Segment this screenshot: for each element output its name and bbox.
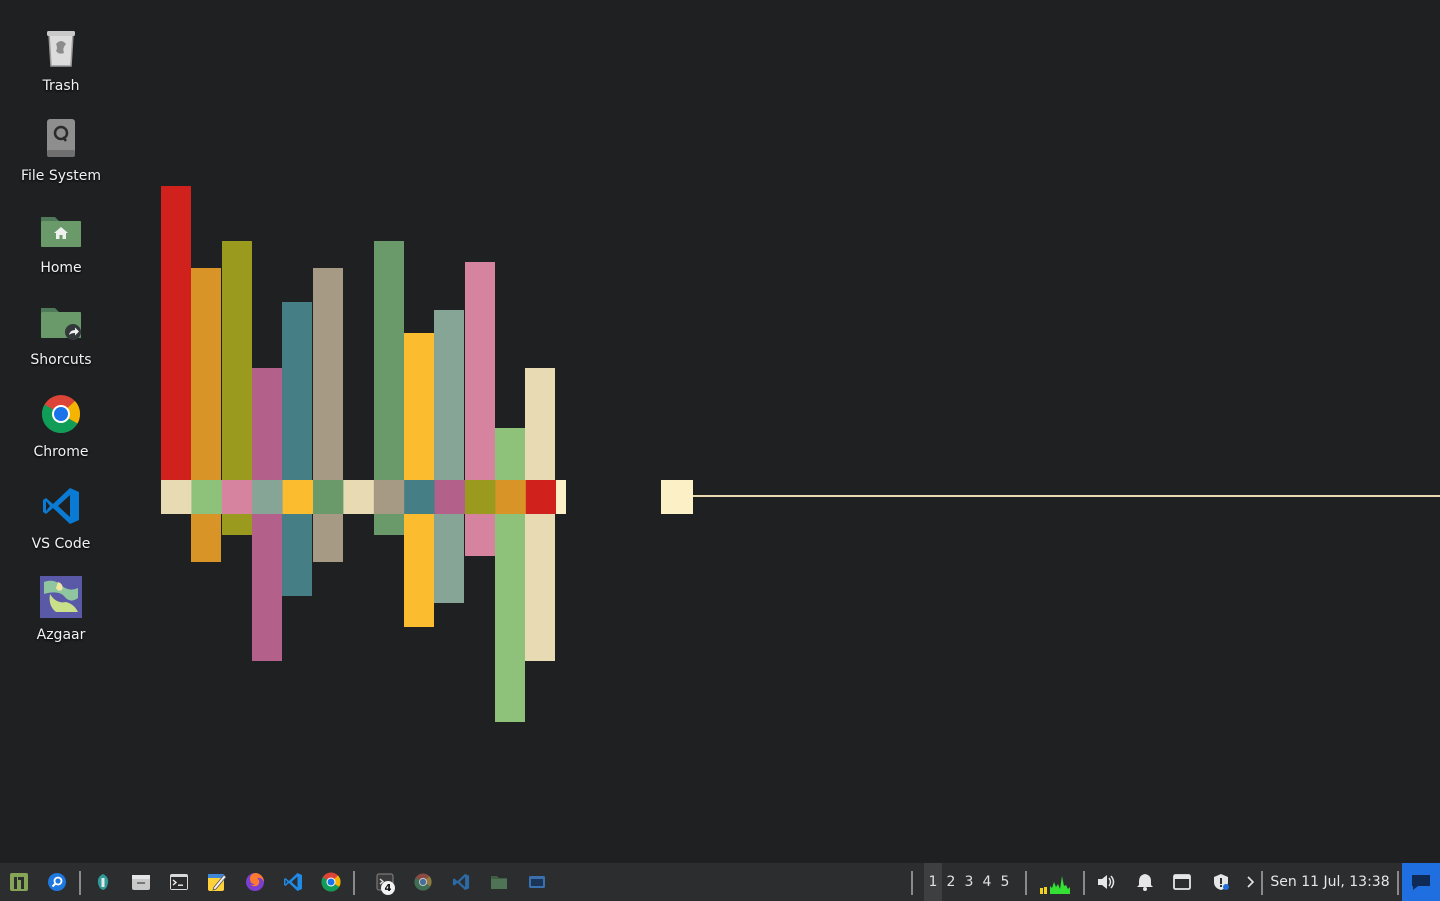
wallpaper-bar bbox=[465, 262, 495, 480]
wallpaper-bar bbox=[404, 333, 434, 480]
desktop-icon-label: Shorcuts bbox=[30, 352, 92, 368]
desktop-icon-azgaar[interactable]: Azgaar bbox=[12, 573, 110, 643]
terminal-icon[interactable] bbox=[166, 863, 192, 901]
workspace-5[interactable]: 5 bbox=[996, 863, 1014, 901]
desktop-icon-shorcuts[interactable]: Shorcuts bbox=[12, 298, 110, 368]
wallpaper-strip-cell bbox=[373, 480, 405, 514]
wallpaper-strip-cell bbox=[404, 480, 436, 514]
shortcut-folder-icon bbox=[37, 298, 85, 346]
cpu-graph-icon[interactable] bbox=[1036, 863, 1072, 901]
window-task-icon[interactable] bbox=[524, 863, 550, 901]
desktop-icon-label: Chrome bbox=[33, 444, 89, 460]
wallpaper-bar bbox=[525, 368, 555, 480]
wallpaper-strip-cell bbox=[556, 480, 566, 514]
browser-icon[interactable] bbox=[242, 863, 268, 901]
wallpaper-strip-cell bbox=[343, 480, 375, 514]
workspace-3[interactable]: 3 bbox=[960, 863, 978, 901]
desktop-icon-label: Azgaar bbox=[36, 627, 86, 643]
vscode-task-icon[interactable] bbox=[448, 863, 474, 901]
taskbar: 1 2 3 4 5 Sen 11 Jul, 13:38 bbox=[0, 862, 1440, 901]
workspace-1[interactable]: 1 bbox=[924, 863, 942, 901]
folder-task-icon[interactable] bbox=[486, 863, 512, 901]
taskbar-separator bbox=[353, 871, 355, 895]
workspace-2[interactable]: 2 bbox=[942, 863, 960, 901]
vscode-icon bbox=[37, 482, 85, 530]
wallpaper-bar bbox=[161, 186, 191, 480]
wallpaper-bar bbox=[434, 514, 464, 603]
vpn-shield-icon[interactable] bbox=[1209, 863, 1233, 901]
wallpaper-bar bbox=[313, 514, 343, 562]
chevron-right-icon[interactable] bbox=[1241, 863, 1259, 901]
wallpaper-bar bbox=[465, 514, 495, 556]
volume-icon[interactable] bbox=[1094, 863, 1118, 901]
bell-icon[interactable] bbox=[1133, 863, 1157, 901]
chrome-task-icon[interactable] bbox=[410, 863, 436, 901]
desktop-icon-label: File System bbox=[20, 168, 102, 184]
file-manager-icon[interactable] bbox=[128, 863, 154, 901]
app-menu-icon[interactable] bbox=[6, 863, 32, 901]
task-count-badge: 4 bbox=[381, 881, 395, 895]
wallpaper-bar bbox=[434, 310, 464, 480]
wallpaper-bar bbox=[191, 514, 221, 562]
wallpaper-bar bbox=[404, 514, 434, 627]
cleaner-icon[interactable] bbox=[90, 863, 116, 901]
wallpaper-strip-cell bbox=[525, 480, 557, 514]
wallpaper-strip-cell bbox=[221, 480, 253, 514]
clock[interactable]: Sen 11 Jul, 13:38 bbox=[1264, 863, 1396, 901]
taskbar-separator bbox=[1397, 871, 1399, 895]
map-image-icon bbox=[37, 573, 85, 621]
desktop-icon-label: Home bbox=[40, 260, 82, 276]
taskbar-separator bbox=[1261, 871, 1263, 895]
desktop-icon-file-system[interactable]: File System bbox=[12, 114, 110, 184]
taskbar-separator bbox=[911, 871, 913, 895]
clipboard-icon[interactable] bbox=[1170, 863, 1194, 901]
desktop: Trash File System Home Shorcuts Chrome V… bbox=[0, 0, 1440, 862]
desktop-icon-trash[interactable]: Trash bbox=[12, 24, 110, 94]
home-folder-icon bbox=[37, 206, 85, 254]
wallpaper-bar bbox=[222, 514, 252, 535]
chrome-icon[interactable] bbox=[318, 863, 344, 901]
wallpaper-bar bbox=[495, 428, 525, 480]
desktop-icon-label: Trash bbox=[42, 78, 80, 94]
wallpaper-bar bbox=[252, 368, 282, 480]
wallpaper-strip-cell bbox=[191, 480, 223, 514]
notes-icon[interactable] bbox=[204, 863, 230, 901]
taskbar-separator bbox=[79, 871, 81, 895]
desktop-icon-label: VS Code bbox=[31, 536, 91, 552]
wallpaper-bar bbox=[374, 241, 404, 480]
wallpaper-bar bbox=[525, 514, 555, 661]
desktop-icon-chrome[interactable]: Chrome bbox=[12, 390, 110, 460]
wallpaper-bar bbox=[282, 302, 312, 480]
workspace-4[interactable]: 4 bbox=[978, 863, 996, 901]
taskbar-separator bbox=[1025, 871, 1027, 895]
wallpaper-bar bbox=[282, 514, 312, 596]
wallpaper-strip-cell bbox=[161, 480, 192, 514]
wallpaper-square bbox=[661, 480, 693, 514]
drive-icon bbox=[37, 114, 85, 162]
wallpaper-strip-cell bbox=[282, 480, 314, 514]
wallpaper-strip-cell bbox=[465, 480, 496, 514]
wallpaper-bar bbox=[313, 268, 343, 480]
desktop-icon-vs-code[interactable]: VS Code bbox=[12, 482, 110, 552]
wallpaper-bar bbox=[252, 514, 282, 661]
wallpaper-bar bbox=[495, 514, 525, 722]
wallpaper-strip-cell bbox=[313, 480, 344, 514]
wallpaper-strip-cell bbox=[434, 480, 466, 514]
search-icon[interactable] bbox=[44, 863, 70, 901]
trash-icon bbox=[37, 24, 85, 72]
wallpaper-bar bbox=[222, 241, 252, 480]
taskbar-separator bbox=[1083, 871, 1085, 895]
wallpaper-bar bbox=[374, 514, 404, 535]
wallpaper-strip-cell bbox=[252, 480, 284, 514]
wallpaper-line bbox=[693, 495, 1440, 497]
vscode-icon[interactable] bbox=[280, 863, 306, 901]
wallpaper-bar bbox=[191, 268, 221, 480]
wallpaper-visualizer bbox=[161, 186, 1440, 722]
wallpaper-strip-cell bbox=[495, 480, 527, 514]
chrome-icon bbox=[37, 390, 85, 438]
chat-bubble-icon[interactable] bbox=[1402, 863, 1440, 901]
desktop-icon-home[interactable]: Home bbox=[12, 206, 110, 276]
